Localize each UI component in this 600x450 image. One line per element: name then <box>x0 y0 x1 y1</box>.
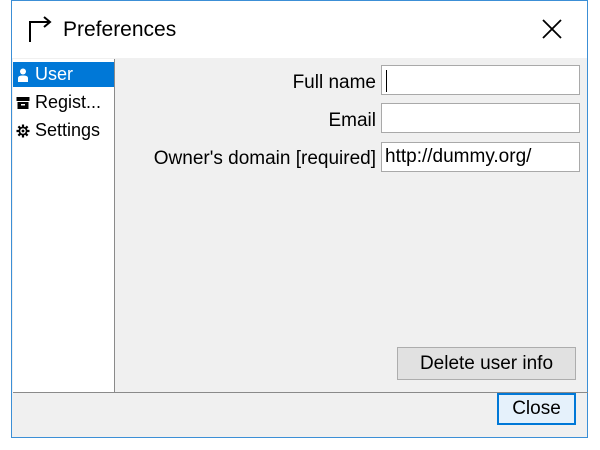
arrow-turn-up-right-icon <box>29 16 52 42</box>
close-icon[interactable] <box>541 18 563 40</box>
person-icon <box>18 68 28 82</box>
sidebar-item-registration[interactable]: Regist... <box>13 90 114 115</box>
text-caret <box>386 70 387 92</box>
title-bar: Preferences <box>12 1 587 58</box>
sidebar-item-label: Regist... <box>35 92 102 112</box>
sidebar-item-label: User <box>35 64 74 84</box>
sidebar-item-settings[interactable]: Settings <box>13 118 114 143</box>
email-field[interactable] <box>381 103 580 133</box>
full-name-field[interactable] <box>381 65 580 95</box>
sidebar-item-label: Settings <box>35 120 101 140</box>
sidebar-item-user[interactable]: User <box>13 62 114 87</box>
gear-icon <box>16 124 30 138</box>
close-button[interactable]: Close <box>497 393 576 425</box>
domain-label: Owner's domain [required] <box>153 148 376 169</box>
email-label: Email <box>328 110 376 131</box>
window-title: Preferences <box>63 18 177 41</box>
archive-box-icon <box>16 97 30 109</box>
category-list: User Regist... Settings <box>13 59 115 392</box>
domain-field[interactable] <box>381 142 580 172</box>
delete-user-info-button[interactable]: Delete user info <box>397 347 576 380</box>
full-name-label: Full name <box>292 72 376 93</box>
preferences-dialog: Preferences User Regist... Settings Full… <box>11 0 588 438</box>
